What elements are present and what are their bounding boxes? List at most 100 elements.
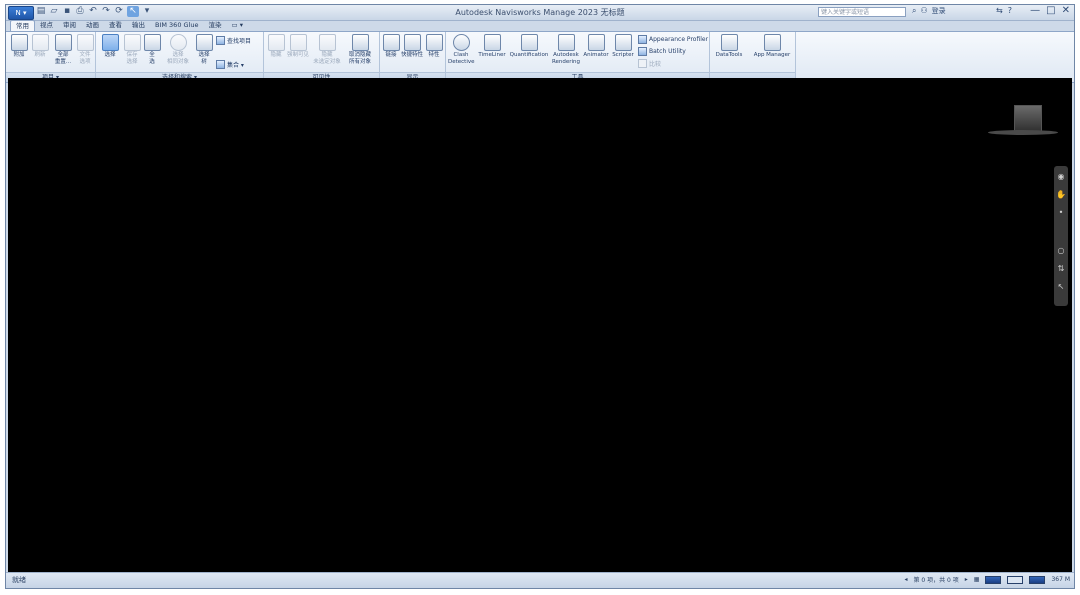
require-icon bbox=[289, 34, 307, 51]
select-all-button[interactable]: 全 选 bbox=[143, 34, 161, 65]
file-options-button[interactable]: 文件 选项 bbox=[75, 34, 95, 65]
tab-extra[interactable]: ▭ ▾ bbox=[227, 20, 248, 31]
hide-unselected-icon bbox=[318, 34, 336, 51]
exchange-icon[interactable]: ⇆ bbox=[996, 6, 1003, 15]
next-sheet-icon[interactable]: ▸ bbox=[965, 576, 968, 583]
tab-bim360-glue[interactable]: BIM 360 Glue bbox=[150, 20, 204, 31]
scene-viewport[interactable]: ◉ ✋ • ○ ⇅ ↖ bbox=[8, 78, 1072, 573]
select-button[interactable]: 选择 bbox=[99, 34, 121, 59]
tab-output[interactable]: 输出 bbox=[127, 20, 150, 31]
save-selection-label: 保存 选择 bbox=[126, 52, 138, 65]
link-icon bbox=[383, 34, 400, 51]
quantification-icon bbox=[520, 34, 538, 51]
app-manager-button[interactable]: App Manager bbox=[750, 34, 794, 59]
refresh-icon bbox=[31, 34, 49, 51]
viewcube[interactable] bbox=[1014, 105, 1042, 133]
sheet-pager: 第 0 项，共 0 项 bbox=[913, 577, 959, 584]
hide-unselected-button[interactable]: 隐藏 未选定对象 bbox=[312, 34, 342, 65]
panel-extras: DataTools App Manager bbox=[710, 32, 796, 82]
navigation-bar: ◉ ✋ • ○ ⇅ ↖ bbox=[1054, 166, 1068, 306]
quantification-button[interactable]: Quantification bbox=[508, 34, 550, 59]
selection-tree-icon bbox=[195, 34, 213, 51]
sets-label: 集合 ▾ bbox=[227, 62, 244, 69]
datatools-label: DataTools bbox=[715, 52, 743, 58]
window-controls: — □ ✕ bbox=[1030, 5, 1070, 16]
sheet-browser-icon[interactable]: ▦ bbox=[974, 576, 980, 583]
timeliner-button[interactable]: TimeLiner bbox=[476, 34, 508, 59]
links-button[interactable]: 链接 bbox=[383, 34, 400, 59]
scripter-button[interactable]: Scripter bbox=[610, 34, 636, 59]
timeliner-icon bbox=[483, 34, 501, 51]
require-button[interactable]: 强制可见 bbox=[286, 34, 310, 59]
selection-tree-label: 选择 树 bbox=[198, 52, 210, 65]
binoculars-icon[interactable]: ⌕ bbox=[912, 6, 916, 16]
quick-properties-button[interactable]: 快捷特性 bbox=[400, 34, 424, 59]
zoom-icon[interactable]: • bbox=[1054, 206, 1068, 220]
require-label: 强制可见 bbox=[286, 52, 309, 58]
appearance-profiler-button[interactable]: Appearance Profiler bbox=[638, 35, 708, 44]
scripter-icon bbox=[614, 34, 632, 51]
close-button[interactable]: ✕ bbox=[1062, 5, 1070, 16]
append-label: 附加 bbox=[13, 52, 25, 58]
orbit-icon[interactable]: ○ bbox=[1054, 244, 1068, 258]
look-icon[interactable]: ⇅ bbox=[1054, 262, 1068, 276]
cursor-icon bbox=[101, 34, 119, 51]
ribbon: 附加 刷新 全部 重置... 文件 选项 项目 ▾ 选择 bbox=[6, 31, 1074, 83]
minimize-button[interactable]: — bbox=[1030, 5, 1040, 16]
unhide-all-icon bbox=[351, 34, 369, 51]
find-items-label: 查找项目 bbox=[227, 38, 252, 45]
app-manager-label: App Manager bbox=[753, 52, 791, 58]
append-button[interactable]: 附加 bbox=[9, 34, 29, 59]
tab-view[interactable]: 查看 bbox=[104, 20, 127, 31]
animator-label: Animator bbox=[583, 52, 609, 58]
hide-unselected-label: 隐藏 未选定对象 bbox=[313, 52, 341, 65]
tab-render[interactable]: 渲染 bbox=[204, 20, 227, 31]
autodesk-rendering-button[interactable]: Autodesk Rendering bbox=[550, 34, 582, 65]
navigation-bar-gap bbox=[1054, 220, 1068, 240]
select-same-button[interactable]: 选择 相同对象 bbox=[163, 34, 193, 65]
refresh-button[interactable]: 刷新 bbox=[30, 34, 50, 59]
steering-wheel-icon[interactable]: ◉ bbox=[1054, 170, 1068, 184]
compare-button[interactable]: 比较 bbox=[638, 59, 661, 68]
help-icon[interactable]: ? bbox=[1008, 6, 1012, 15]
properties-button[interactable]: 特性 bbox=[425, 34, 443, 59]
status-right: ◂ 第 0 项，共 0 项 ▸ ▦ 367 M bbox=[904, 575, 1070, 584]
login-link[interactable]: 登录 bbox=[932, 6, 946, 16]
select-pointer-icon[interactable]: ↖ bbox=[1054, 280, 1068, 294]
tab-home[interactable]: 常用 bbox=[10, 20, 35, 31]
user-icon[interactable]: ⚇ bbox=[920, 6, 927, 16]
refresh-label: 刷新 bbox=[34, 52, 46, 58]
search-input[interactable]: 键入关键字或短语 bbox=[818, 7, 906, 17]
timeliner-label: TimeLiner bbox=[478, 52, 506, 58]
tab-review[interactable]: 审阅 bbox=[58, 20, 81, 31]
animator-icon bbox=[587, 34, 605, 51]
clash-detective-button[interactable]: Clash Detective bbox=[448, 34, 475, 65]
batch-utility-button[interactable]: Batch Utility bbox=[638, 47, 686, 56]
hide-button[interactable]: 隐藏 bbox=[267, 34, 285, 59]
hide-label: 隐藏 bbox=[270, 52, 282, 58]
find-items-button[interactable]: 查找项目 bbox=[216, 36, 251, 45]
panel-visibility: 隐藏 强制可见 隐藏 未选定对象 取消隐藏 所有对象 可见性 bbox=[264, 32, 380, 82]
quantification-label: Quantification bbox=[509, 52, 549, 58]
file-options-icon bbox=[76, 34, 94, 51]
animator-button[interactable]: Animator bbox=[582, 34, 610, 59]
rendering-icon bbox=[557, 34, 575, 51]
tab-animation[interactable]: 动画 bbox=[81, 20, 104, 31]
reset-all-button[interactable]: 全部 重置... bbox=[52, 34, 74, 65]
pan-icon[interactable]: ✋ bbox=[1054, 188, 1068, 202]
selection-tree-button[interactable]: 选择 树 bbox=[194, 34, 214, 65]
links-label: 链接 bbox=[385, 52, 397, 58]
previous-sheet-icon[interactable]: ◂ bbox=[904, 576, 907, 583]
select-all-icon bbox=[143, 34, 161, 51]
save-selection-button[interactable]: 保存 选择 bbox=[122, 34, 142, 65]
appearance-profiler-label: Appearance Profiler bbox=[649, 36, 709, 43]
pencil-progress-bar bbox=[985, 575, 1002, 584]
panel-tools: Clash Detective TimeLiner Quantification… bbox=[446, 32, 710, 82]
sets-dropdown[interactable]: 集合 ▾ bbox=[216, 60, 244, 69]
viewcube-compass-ring[interactable] bbox=[988, 130, 1058, 135]
datatools-button[interactable]: DataTools bbox=[712, 34, 746, 59]
clash-detective-icon bbox=[452, 34, 470, 51]
unhide-all-button[interactable]: 取消隐藏 所有对象 bbox=[344, 34, 376, 65]
tab-viewpoint[interactable]: 视点 bbox=[35, 20, 58, 31]
maximize-button[interactable]: □ bbox=[1046, 5, 1055, 16]
